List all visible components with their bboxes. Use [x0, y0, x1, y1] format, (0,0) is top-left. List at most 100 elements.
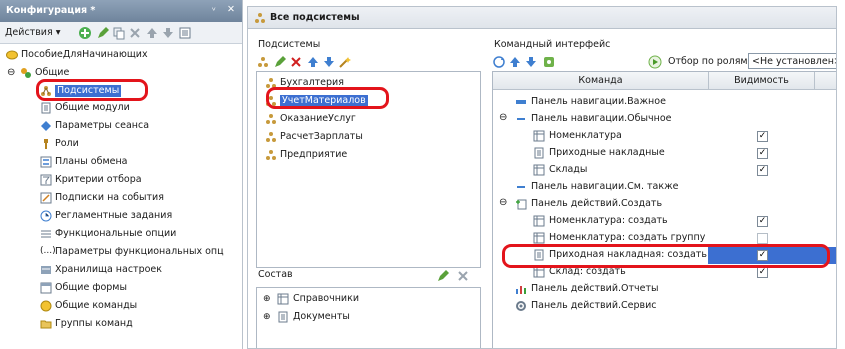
- visibility-checkbox[interactable]: ✓: [757, 148, 768, 159]
- catalog-icon: [533, 232, 545, 244]
- tree-item-common-forms[interactable]: Общие формы: [40, 281, 240, 297]
- actions-menu[interactable]: Действия ▾: [5, 27, 60, 39]
- tree-item-label: Хранилища настроек: [55, 264, 162, 275]
- tree-item-exchange-plans[interactable]: Планы обмена: [40, 155, 240, 171]
- tree-item-roles[interactable]: Роли: [40, 137, 240, 153]
- composition-item[interactable]: ⊕ Документы: [263, 310, 473, 326]
- move-down-icon[interactable]: [161, 26, 175, 40]
- command-row[interactable]: Приходные накладные ✓: [493, 145, 836, 162]
- add-icon[interactable]: [78, 26, 92, 40]
- refresh-icon[interactable]: [492, 55, 506, 69]
- tree-item-common-modules[interactable]: Общие модули: [40, 101, 240, 117]
- copy-icon[interactable]: [112, 26, 126, 40]
- service-gear-icon: [516, 301, 526, 311]
- tree-item-functional-options[interactable]: Функциональные опции: [40, 227, 240, 243]
- configuration-title: Конфигурация *: [6, 5, 96, 16]
- edit-icon[interactable]: [96, 26, 110, 40]
- visibility-checkbox[interactable]: ✓: [757, 216, 768, 227]
- command-row[interactable]: Номенклатура: создать ✓: [493, 213, 836, 230]
- expand-icon[interactable]: ⊕: [263, 311, 271, 323]
- collapse-icon[interactable]: ⊖: [499, 112, 507, 124]
- catalog-icon: [277, 293, 289, 305]
- play-icon[interactable]: [648, 55, 662, 69]
- configuration-root-icon: [6, 50, 18, 60]
- tree-item-label: Параметры функциональных опц: [55, 246, 224, 257]
- tree-item-session-params[interactable]: Параметры сеанса: [40, 119, 240, 135]
- move-up-icon[interactable]: [508, 55, 522, 69]
- column-command[interactable]: Команда: [493, 75, 708, 87]
- collapse-icon[interactable]: ⊖: [7, 67, 15, 79]
- command-row[interactable]: Склады ✓: [493, 162, 836, 179]
- tree-item-functional-option-params[interactable]: (...) Параметры функциональных опц: [40, 245, 240, 261]
- delete-composition-icon[interactable]: [456, 269, 470, 283]
- navigation-panel-icon: [517, 186, 525, 188]
- pin-icon[interactable]: ⱽ: [212, 5, 215, 17]
- edit-icon[interactable]: [273, 55, 287, 69]
- list-icon[interactable]: [178, 26, 192, 40]
- command-row[interactable]: Панель навигации.См. также: [493, 179, 836, 196]
- collapse-icon[interactable]: ⊖: [499, 197, 507, 209]
- visibility-checkbox[interactable]: ✓: [757, 267, 768, 278]
- subsystem-item[interactable]: ОказаниеУслуг: [265, 112, 465, 128]
- move-up-icon[interactable]: [145, 26, 159, 40]
- tree-item-label: Критерии отбора: [55, 174, 142, 185]
- command-label: Номенклатура: [549, 130, 622, 141]
- wand-icon[interactable]: [338, 55, 352, 69]
- role-filter-select[interactable]: <Не установлен>: [748, 53, 836, 69]
- functional-options-icon: [41, 230, 51, 238]
- catalog-icon: [533, 130, 545, 142]
- tree-item-label: Общие модули: [55, 102, 130, 113]
- subsystem-item[interactable]: РасчетЗарплаты: [265, 130, 465, 146]
- delete-icon[interactable]: [289, 55, 303, 69]
- tree-item-command-groups[interactable]: Группы команд: [40, 317, 240, 333]
- visibility-checkbox[interactable]: ✓: [757, 165, 768, 176]
- composition-list[interactable]: ⊕ Справочники ⊕ Документы: [256, 287, 481, 348]
- navigation-panel-icon: [516, 100, 526, 104]
- tree-item-filter-criteria[interactable]: Критерии отбора: [40, 173, 240, 189]
- tree-item-settings-storages[interactable]: Хранилища настроек: [40, 263, 240, 279]
- tree-general-label[interactable]: Общие: [35, 67, 69, 79]
- subsystem-icon: [266, 132, 276, 142]
- move-down-icon[interactable]: [524, 55, 538, 69]
- command-label: Панель навигации.См. также: [531, 181, 679, 192]
- command-row[interactable]: ⊖ Панель навигации.Обычное: [493, 111, 836, 128]
- command-row[interactable]: Панель навигации.Важное: [493, 94, 836, 111]
- tree-item-scheduled-jobs[interactable]: Регламентные задания: [40, 209, 240, 225]
- clock-icon: [40, 210, 52, 222]
- column-divider: [814, 72, 815, 90]
- tree-item-label: Общие команды: [55, 300, 138, 311]
- edit-composition-icon[interactable]: [436, 269, 450, 283]
- tree-item-label: Группы команд: [55, 318, 133, 329]
- delete-icon[interactable]: [128, 26, 142, 40]
- tree-item-label: Общие формы: [55, 282, 127, 293]
- tree-item-event-subscriptions[interactable]: Подписки на события: [40, 191, 240, 207]
- tree-item-label: Планы обмена: [55, 156, 128, 167]
- settings-icon[interactable]: [542, 55, 556, 69]
- tree-item-common-commands[interactable]: Общие команды: [40, 299, 240, 315]
- move-up-icon[interactable]: [306, 55, 320, 69]
- command-row[interactable]: Номенклатура ✓: [493, 128, 836, 145]
- subsystem-item[interactable]: Предприятие: [265, 148, 465, 164]
- expand-icon[interactable]: ⊕: [263, 293, 271, 305]
- tree-root-label[interactable]: ПособиеДляНачинающих: [21, 49, 148, 61]
- command-label: Номенклатура: создать группу: [549, 232, 706, 243]
- close-icon[interactable]: ✕: [227, 4, 235, 16]
- visibility-checkbox[interactable]: ✓: [757, 131, 768, 142]
- subsystems-section-label: Подсистемы: [258, 39, 321, 50]
- visibility-checkbox[interactable]: [757, 233, 768, 244]
- command-row[interactable]: ⊖ Панель действий.Создать: [493, 196, 836, 213]
- document-icon: [278, 311, 288, 323]
- command-row[interactable]: Панель действий.Сервис: [493, 298, 836, 315]
- subsystem-label: РасчетЗарплаты: [280, 131, 363, 142]
- add-subsystem-icon[interactable]: [256, 55, 270, 69]
- settings-storage-icon: [41, 266, 51, 274]
- command-row[interactable]: Панель действий.Отчеты: [493, 281, 836, 298]
- composition-item[interactable]: ⊕ Справочники: [263, 292, 473, 308]
- move-down-icon[interactable]: [322, 55, 336, 69]
- module-icon: [41, 102, 51, 114]
- column-visibility[interactable]: Видимость: [709, 75, 814, 87]
- composition-label: Документы: [293, 311, 350, 322]
- reports-icon: [516, 286, 526, 294]
- subsystem-icon: [266, 114, 276, 124]
- highlight-oval: [266, 87, 389, 109]
